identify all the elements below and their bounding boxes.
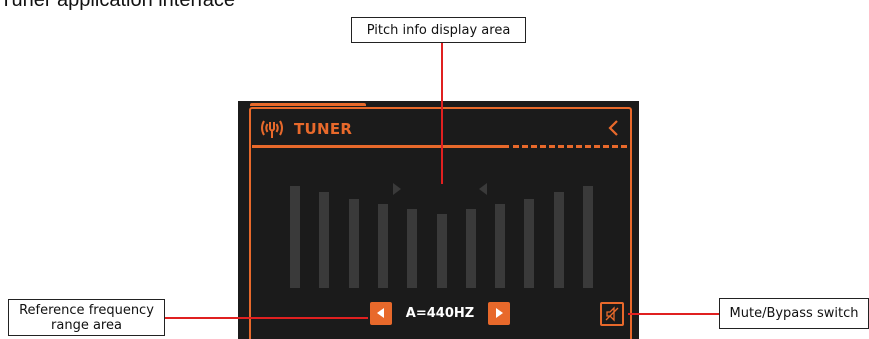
pitch-meter-bar xyxy=(319,192,330,288)
reference-frequency-value: A=440HZ xyxy=(405,306,475,321)
mute-callout-line xyxy=(628,313,719,315)
pitch-info-callout-text: Pitch info display area xyxy=(366,23,511,38)
pitch-meter-bar xyxy=(407,209,418,288)
reference-callout-line2: range area xyxy=(51,318,122,333)
pitch-meter-bar xyxy=(524,199,535,288)
tuner-waves-icon xyxy=(261,120,283,138)
document-fragment-text: Tuner application interface xyxy=(0,0,235,11)
speaker-muted-icon xyxy=(605,306,619,322)
mute-bypass-callout: Mute/Bypass switch xyxy=(719,298,869,329)
header-progress-dashes xyxy=(513,145,629,148)
pitch-meter-bar xyxy=(436,214,447,288)
frequency-decrease-button[interactable] xyxy=(370,302,392,325)
pitch-callout-line xyxy=(441,43,443,184)
pitch-left-marker-icon xyxy=(393,183,401,195)
reference-callout-line1: Reference frequency xyxy=(19,303,154,318)
header-tab-indicator xyxy=(250,103,366,106)
tuner-screen: TUNER A=440HZ xyxy=(238,101,639,339)
pitch-meter-bar xyxy=(553,192,564,288)
tuner-title: TUNER xyxy=(294,120,353,138)
pitch-meter-bar xyxy=(377,204,388,288)
mute-bypass-button[interactable] xyxy=(600,302,624,326)
pitch-meter-bar xyxy=(290,186,300,288)
reference-frequency-control: A=440HZ xyxy=(370,301,510,327)
reference-frequency-callout: Reference frequency range area xyxy=(8,299,165,336)
pitch-meter-bar xyxy=(583,186,593,288)
pitch-info-callout: Pitch info display area xyxy=(351,17,526,43)
pitch-meter-bar xyxy=(495,204,506,288)
pitch-meter-bar xyxy=(348,199,359,288)
frequency-increase-button[interactable] xyxy=(488,302,510,325)
header-progress-line xyxy=(252,145,509,148)
mute-callout-text: Mute/Bypass switch xyxy=(729,306,859,321)
pitch-meter-bar xyxy=(465,209,476,288)
triangle-left-icon xyxy=(377,308,384,318)
reference-callout-line xyxy=(165,317,368,319)
pitch-right-marker-icon xyxy=(479,183,487,195)
triangle-right-icon xyxy=(496,308,503,318)
chevron-left-icon[interactable] xyxy=(607,119,621,137)
